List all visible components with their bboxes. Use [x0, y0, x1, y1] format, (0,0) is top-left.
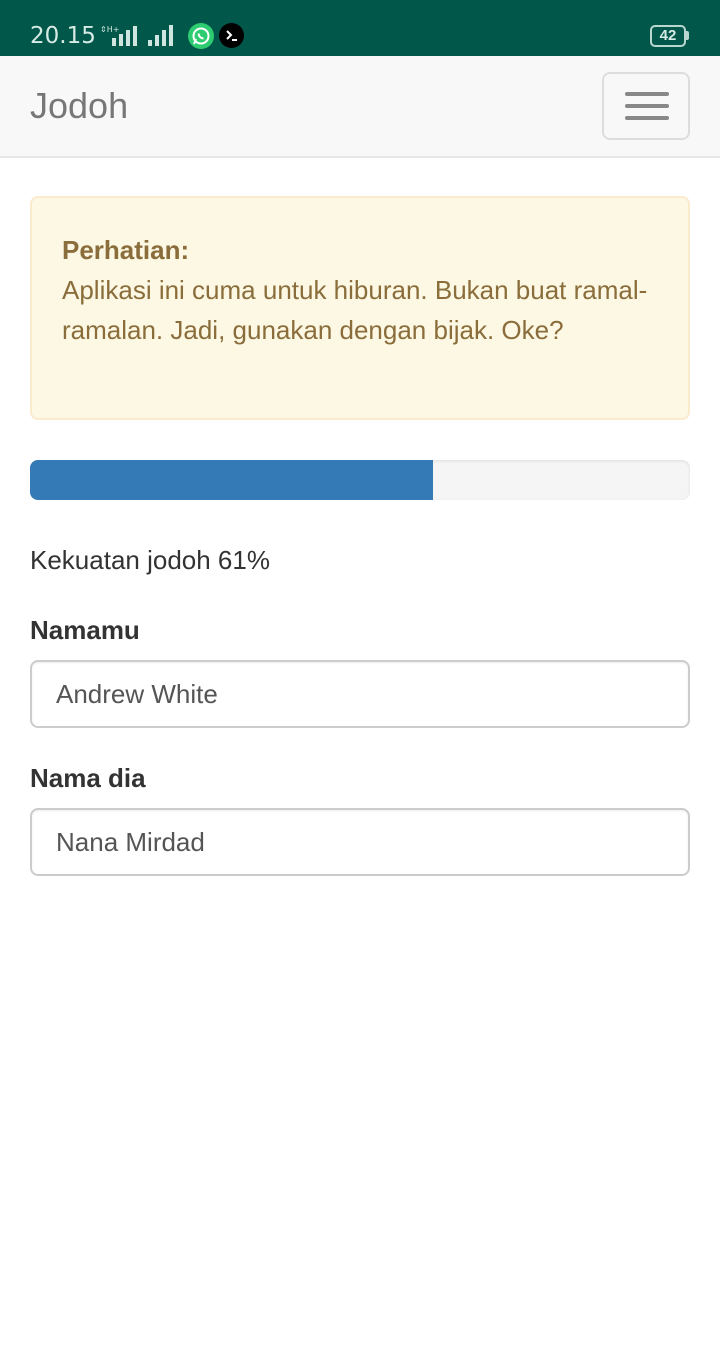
- menu-toggle-button[interactable]: [602, 72, 690, 140]
- signal-icon: ⇕H+: [100, 24, 144, 51]
- their-name-label: Nama dia: [30, 763, 146, 793]
- signal-2-icon: [148, 24, 180, 51]
- alert-title: Perhatian:: [62, 235, 190, 265]
- hamburger-icon-line: [625, 116, 669, 120]
- svg-text:⇕H+: ⇕H+: [100, 25, 119, 34]
- whatsapp-icon: [188, 23, 214, 49]
- their-name-input[interactable]: [30, 808, 690, 876]
- status-bar: 20.15 ⇕H+ 42: [0, 0, 720, 56]
- battery-level: 42: [659, 27, 677, 44]
- alert-body: Aplikasi ini cuma untuk hiburan. Bukan b…: [62, 275, 648, 345]
- battery-icon: 42: [650, 25, 686, 47]
- match-progress: [30, 460, 690, 500]
- hamburger-icon: [625, 92, 669, 96]
- match-strength-text: Kekuatan jodoh 61%: [30, 545, 270, 575]
- status-time: 20.15: [30, 23, 96, 49]
- match-progress-fill: [30, 460, 433, 500]
- hamburger-icon-line: [625, 104, 669, 108]
- warning-alert: Perhatian: Aplikasi ini cuma untuk hibur…: [30, 196, 690, 420]
- navbar: Jodoh: [0, 56, 720, 158]
- terminal-icon: [219, 23, 244, 48]
- your-name-label: Namamu: [30, 615, 140, 645]
- battery-tip: [686, 31, 689, 40]
- navbar-brand[interactable]: Jodoh: [30, 84, 128, 128]
- your-name-input[interactable]: [30, 660, 690, 728]
